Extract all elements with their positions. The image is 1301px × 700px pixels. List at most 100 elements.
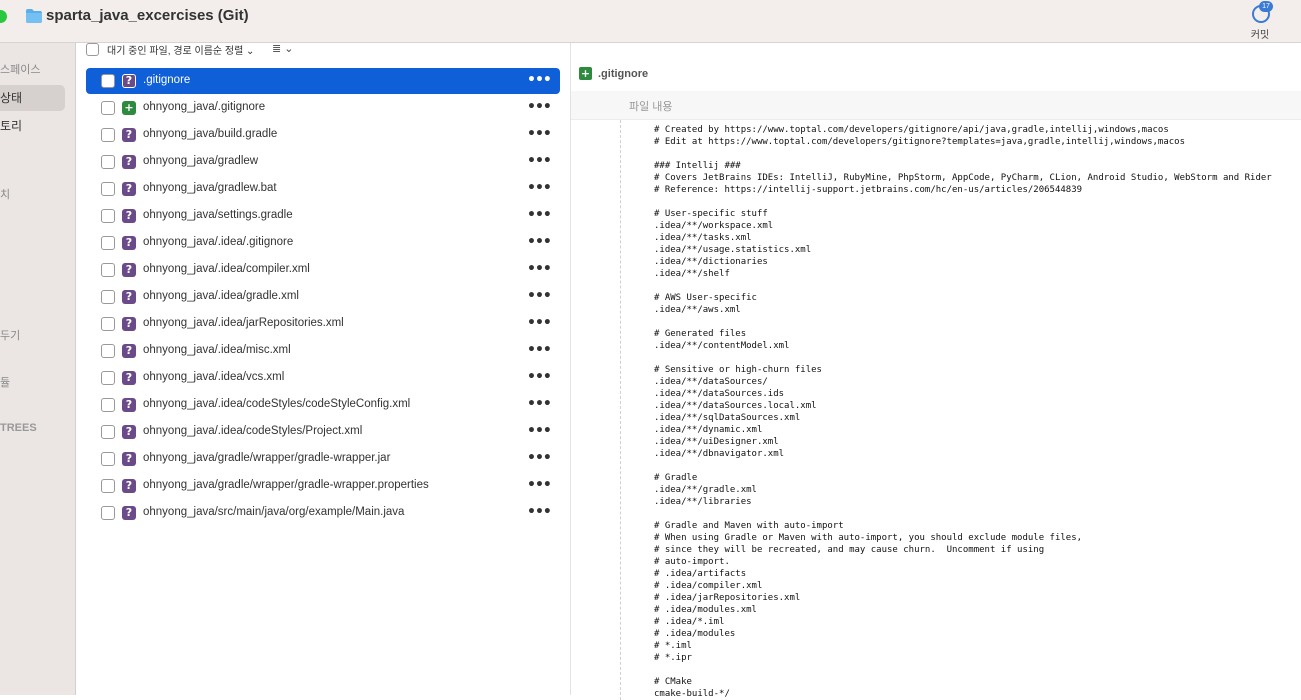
code-line: .idea/**/contentModel.xml [654, 341, 790, 351]
sidebar-section-subtrees[interactable]: TREES [0, 422, 37, 434]
file-row[interactable]: ? ohnyong_java/.idea/codeStyles/Project.x… [86, 419, 560, 445]
sidebar-section-submodules[interactable]: 듈 [0, 374, 10, 390]
more-options-icon[interactable]: ••• [527, 72, 552, 88]
code-line: # auto-import. [654, 557, 730, 567]
file-row[interactable]: ? ohnyong_java/.idea/compiler.xml ••• [86, 257, 560, 283]
more-options-icon[interactable]: ••• [527, 99, 552, 115]
code-line: # .idea/artifacts [654, 569, 747, 579]
code-line: .idea/**/shelf [654, 269, 730, 279]
sidebar-item-history[interactable]: 토리 [0, 117, 22, 134]
code-line: .idea/**/dataSources.ids [654, 389, 785, 399]
code-line: # Sensitive or high-churn files [654, 365, 822, 375]
file-checkbox[interactable] [101, 506, 115, 520]
file-checkbox[interactable] [101, 209, 115, 223]
more-options-icon[interactable]: ••• [527, 234, 552, 250]
untracked-status-icon: ? [122, 263, 136, 277]
more-options-icon[interactable]: ••• [527, 288, 552, 304]
file-row[interactable]: ? ohnyong_java/.idea/gradle.xml ••• [86, 284, 560, 310]
code-line: # .idea/modules [654, 629, 736, 639]
file-row[interactable]: ? .gitignore ••• [86, 68, 560, 94]
file-checkbox[interactable] [101, 290, 115, 304]
file-checkbox[interactable] [101, 101, 115, 115]
file-name: ohnyong_java/.idea/jarRepositories.xml [143, 317, 344, 329]
file-name: ohnyong_java/gradle/wrapper/gradle-wrapp… [143, 452, 391, 464]
folder-icon [26, 9, 42, 23]
more-options-icon[interactable]: ••• [527, 315, 552, 331]
commit-label: 커밋 [1250, 30, 1270, 41]
view-options-icon[interactable]: ≣ ⌄ [272, 42, 294, 55]
file-name: ohnyong_java/src/main/java/org/example/M… [143, 506, 405, 518]
more-options-icon[interactable]: ••• [527, 369, 552, 385]
hunk-header: 파일 내용 [571, 91, 1301, 120]
more-options-icon[interactable]: ••• [527, 261, 552, 277]
file-row[interactable]: ? ohnyong_java/build.gradle ••• [86, 122, 560, 148]
more-options-icon[interactable]: ••• [527, 396, 552, 412]
sidebar-section-branches[interactable]: 치 [0, 186, 10, 202]
code-line: # *.ipr [654, 653, 692, 663]
file-name: ohnyong_java/.gitignore [143, 101, 266, 113]
file-row[interactable]: ? ohnyong_java/gradle/wrapper/gradle-wrap… [86, 446, 560, 472]
more-options-icon[interactable]: ••• [527, 504, 552, 520]
code-line: # .idea/jarRepositories.xml [654, 593, 801, 603]
file-checkbox[interactable] [101, 344, 115, 358]
file-name: ohnyong_java/.idea/misc.xml [143, 344, 291, 356]
file-row[interactable]: ? ohnyong_java/gradle/wrapper/gradle-wrap… [86, 473, 560, 499]
sidebar-item-status[interactable]: 상태 [0, 85, 65, 111]
file-list-panel: 대기 중인 파일, 경로 이름순 정렬 ⌄ ≣ ⌄ ? .gitignore •••… [76, 43, 571, 695]
more-options-icon[interactable]: ••• [527, 207, 552, 223]
file-checkbox[interactable] [101, 182, 115, 196]
zoom-window-button[interactable] [0, 10, 7, 23]
more-options-icon[interactable]: ••• [527, 153, 552, 169]
file-checkbox[interactable] [101, 263, 115, 277]
untracked-status-icon: ? [122, 182, 136, 196]
more-options-icon[interactable]: ••• [527, 126, 552, 142]
file-row[interactable]: ? ohnyong_java/settings.gradle ••• [86, 203, 560, 229]
code-line: .idea/**/tasks.xml [654, 233, 752, 243]
added-status-icon: + [122, 101, 136, 115]
file-checkbox[interactable] [101, 155, 115, 169]
file-checkbox[interactable] [101, 236, 115, 250]
file-row[interactable]: ? ohnyong_java/src/main/java/org/example/… [86, 500, 560, 526]
file-checkbox[interactable] [101, 398, 115, 412]
file-name: ohnyong_java/gradlew.bat [143, 182, 277, 194]
more-options-icon[interactable]: ••• [527, 450, 552, 466]
file-row[interactable]: ? ohnyong_java/.idea/vcs.xml ••• [86, 365, 560, 391]
file-row[interactable]: + ohnyong_java/.gitignore ••• [86, 95, 560, 121]
sidebar-section-workspace: 스페이스 [0, 64, 41, 76]
file-name: ohnyong_java/.idea/gradle.xml [143, 290, 299, 302]
sort-dropdown[interactable]: 대기 중인 파일, 경로 이름순 정렬 ⌄ [107, 42, 254, 57]
code-line: .idea/**/aws.xml [654, 305, 741, 315]
file-checkbox[interactable] [101, 74, 115, 88]
sidebar-section-stashes[interactable]: 두기 [0, 327, 20, 343]
code-line: .idea/**/sqlDataSources.xml [654, 413, 801, 423]
code-line: # When using Gradle or Maven with auto-i… [654, 533, 1083, 543]
untracked-status-icon: ? [122, 155, 136, 169]
file-row[interactable]: ? ohnyong_java/.idea/.gitignore ••• [86, 230, 560, 256]
file-checkbox[interactable] [101, 425, 115, 439]
more-options-icon[interactable]: ••• [527, 342, 552, 358]
code-line: .idea/**/dbnavigator.xml [654, 449, 785, 459]
file-checkbox[interactable] [101, 317, 115, 331]
code-line: # User-specific stuff [654, 209, 768, 219]
select-all-checkbox[interactable] [86, 43, 99, 56]
code-line: # Edit at https://www.toptal.com/develop… [654, 137, 1186, 147]
file-row[interactable]: ? ohnyong_java/gradlew ••• [86, 149, 560, 175]
file-checkbox[interactable] [101, 479, 115, 493]
untracked-status-icon: ? [122, 506, 136, 520]
untracked-status-icon: ? [122, 128, 136, 142]
more-options-icon[interactable]: ••• [527, 423, 552, 439]
file-checkbox[interactable] [101, 128, 115, 142]
file-checkbox[interactable] [101, 371, 115, 385]
diff-panel: + .gitignore 파일 내용 # Created by https://… [571, 43, 1301, 700]
more-options-icon[interactable]: ••• [527, 180, 552, 196]
more-options-icon[interactable]: ••• [527, 477, 552, 493]
file-checkbox[interactable] [101, 452, 115, 466]
file-name: ohnyong_java/.idea/codeStyles/codeStyleC… [143, 398, 411, 410]
file-row[interactable]: ? ohnyong_java/.idea/misc.xml ••• [86, 338, 560, 364]
commit-button[interactable]: 17 커밋 [1240, 1, 1280, 41]
code-line: # .idea/*.iml [654, 617, 725, 627]
file-row[interactable]: ? ohnyong_java/.idea/jarRepositories.xml •… [86, 311, 560, 337]
file-row[interactable]: ? ohnyong_java/gradlew.bat ••• [86, 176, 560, 202]
diff-gutter [620, 120, 622, 700]
file-row[interactable]: ? ohnyong_java/.idea/codeStyles/codeStyle… [86, 392, 560, 418]
